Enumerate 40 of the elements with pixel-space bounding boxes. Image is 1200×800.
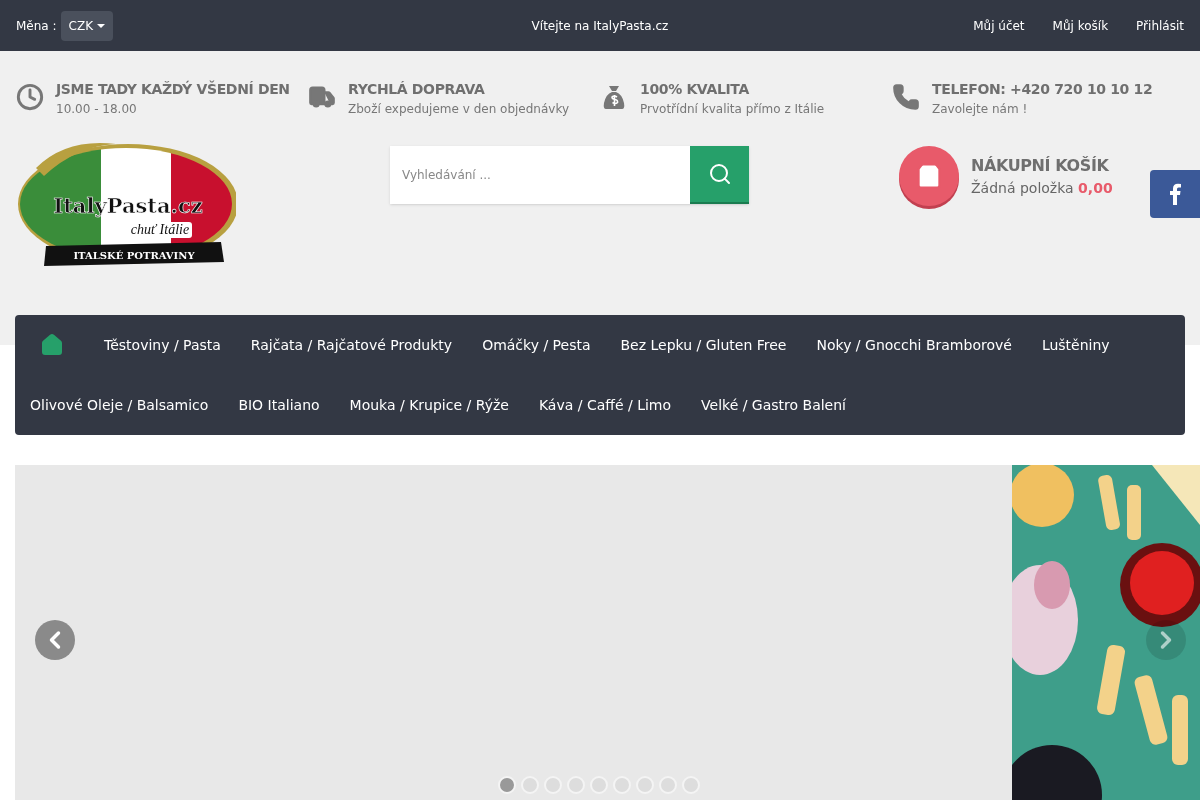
feature-subtitle: Zboží expedujeme v den objednávky	[348, 101, 570, 118]
feature-title: TELEFON: +420 720 10 10 12	[932, 80, 1153, 99]
home-icon[interactable]	[40, 333, 64, 357]
cart-title: NÁKUPNÍ KOŠÍK	[971, 154, 1110, 177]
phone-icon	[892, 83, 920, 111]
account-link[interactable]: Můj účet	[973, 16, 1025, 35]
nav-link[interactable]: Olivové Oleje / Balsamico	[30, 394, 209, 416]
nav-link[interactable]: Mouka / Krupice / Rýže	[349, 394, 509, 416]
nav-link[interactable]: Luštěniny	[1041, 334, 1110, 356]
facebook-icon	[1169, 183, 1181, 205]
nav-link[interactable]: Omáčky / Pesta	[482, 334, 591, 356]
welcome-text: Vítejte na ItalyPasta.cz	[530, 17, 670, 35]
currency-label: Měna :	[16, 17, 57, 35]
feature-title: 100% KVALITA	[640, 80, 750, 99]
nav-link[interactable]: BIO Italiano	[238, 394, 320, 416]
feature-subtitle: 10.00 - 18.00	[56, 101, 138, 118]
feature-subtitle: Prvotřídní kvalita přímo z Itálie	[640, 101, 825, 118]
feature-subtitle: Zavolejte nám !	[932, 101, 1029, 118]
search-field[interactable]: Vyhledávání ...	[390, 146, 690, 204]
cart-button[interactable]	[899, 146, 959, 206]
nav-link[interactable]: Rajčata / Rajčatové Produkty	[250, 334, 453, 356]
search-icon	[707, 162, 732, 186]
nav-link[interactable]: Těstoviny / Pasta	[104, 334, 221, 356]
currency-dropdown[interactable]: CZK	[60, 10, 114, 41]
search-button[interactable]	[690, 146, 749, 204]
nav-link[interactable]: Velké / Gastro Balení	[701, 394, 846, 416]
nav-link[interactable]: Káva / Caffé / Limo	[538, 394, 672, 416]
clock-icon	[16, 83, 44, 111]
account-link[interactable]: Přihlásit	[1136, 16, 1184, 35]
cart-status: Žádná položka	[971, 179, 1075, 196]
previous-slide-button[interactable]	[35, 620, 75, 660]
next-slide-button[interactable]	[1146, 620, 1186, 660]
feature-title: RYCHLÁ DOPRAVA	[348, 80, 486, 99]
feature-title: JSME TADY KAŽDÝ VŠEDNÍ DEN	[56, 79, 290, 99]
account-link[interactable]: Můj košík	[1052, 16, 1109, 35]
facebook-button[interactable]	[1150, 170, 1200, 218]
cart-total: 0,00	[1078, 179, 1113, 196]
caret-icon	[97, 23, 106, 28]
nav-link[interactable]: Bez Lepku / Gluten Free	[620, 334, 787, 356]
nav-link[interactable]: Noky / Gnocchi Bramborové	[816, 334, 1012, 356]
